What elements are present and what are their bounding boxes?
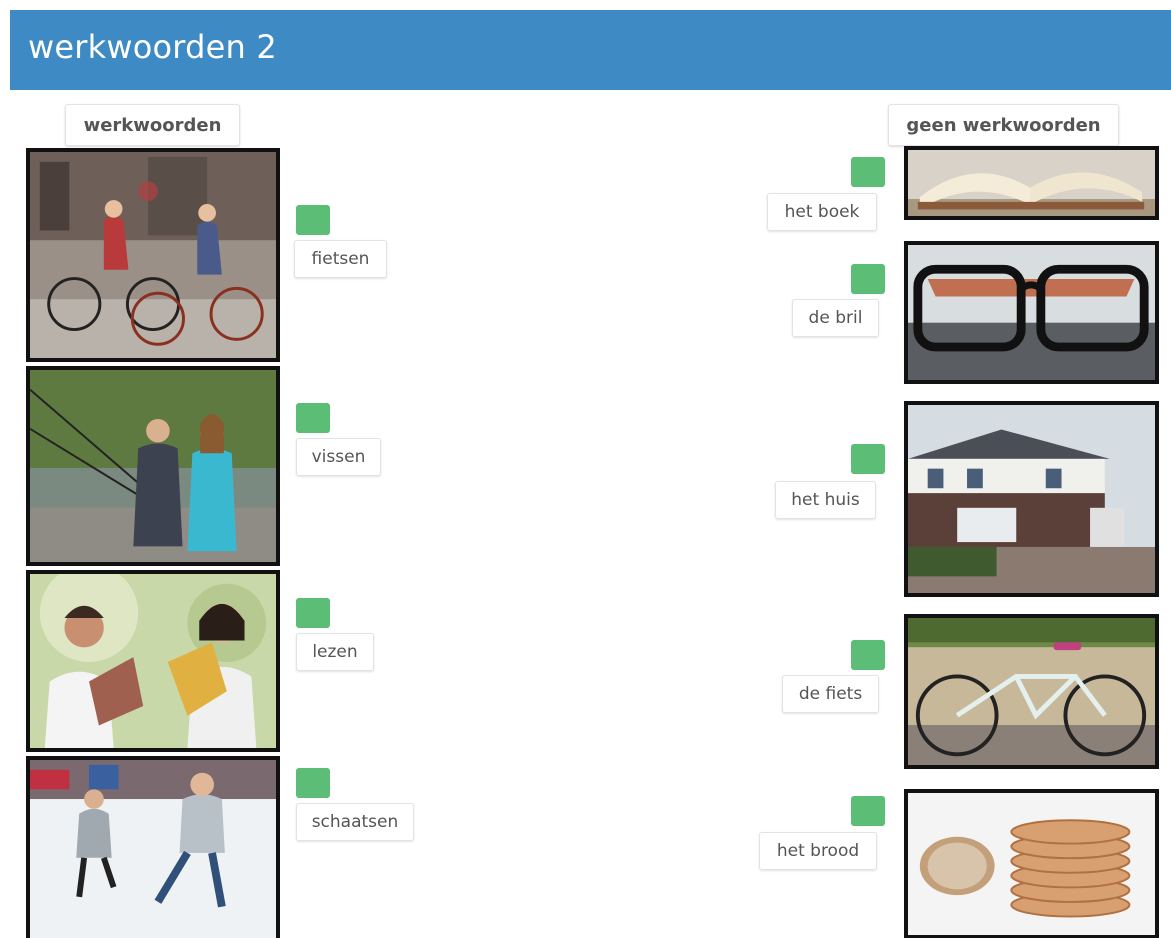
word-label-het-brood[interactable]: het brood [759,832,877,870]
drag-handle-het-brood[interactable] [851,796,885,826]
column-header-non-verbs: geen werkwoorden [888,104,1119,146]
column-header-verbs: werkwoorden [65,104,240,146]
drag-handle-vissen[interactable] [296,403,330,433]
drag-handle-schaatsen[interactable] [296,768,330,798]
bicycle-image [904,614,1159,769]
house-image [904,401,1159,597]
ice-skating-image [26,756,280,938]
drag-handle-het-huis[interactable] [851,444,885,474]
word-label-de-fiets[interactable]: de fiets [782,675,879,713]
drag-handle-de-bril[interactable] [851,264,885,294]
glasses-image [904,241,1159,384]
children-reading-image [26,570,280,752]
word-label-fietsen[interactable]: fietsen [294,240,387,278]
word-label-de-bril[interactable]: de bril [792,299,879,337]
word-label-schaatsen[interactable]: schaatsen [296,803,414,841]
bread-image [904,789,1159,938]
word-label-lezen[interactable]: lezen [296,633,374,671]
drag-handle-het-boek[interactable] [851,157,885,187]
open-book-image [904,146,1159,220]
drag-handle-de-fiets[interactable] [851,640,885,670]
page-title: werkwoorden 2 [28,28,277,66]
fishing-image [26,366,280,566]
page-header: werkwoorden 2 [10,10,1171,90]
word-label-het-huis[interactable]: het huis [775,481,876,519]
drag-handle-lezen[interactable] [296,598,330,628]
word-label-het-boek[interactable]: het boek [767,193,877,231]
word-label-vissen[interactable]: vissen [296,438,381,476]
cyclists-image [26,148,280,362]
drag-handle-fietsen[interactable] [296,205,330,235]
